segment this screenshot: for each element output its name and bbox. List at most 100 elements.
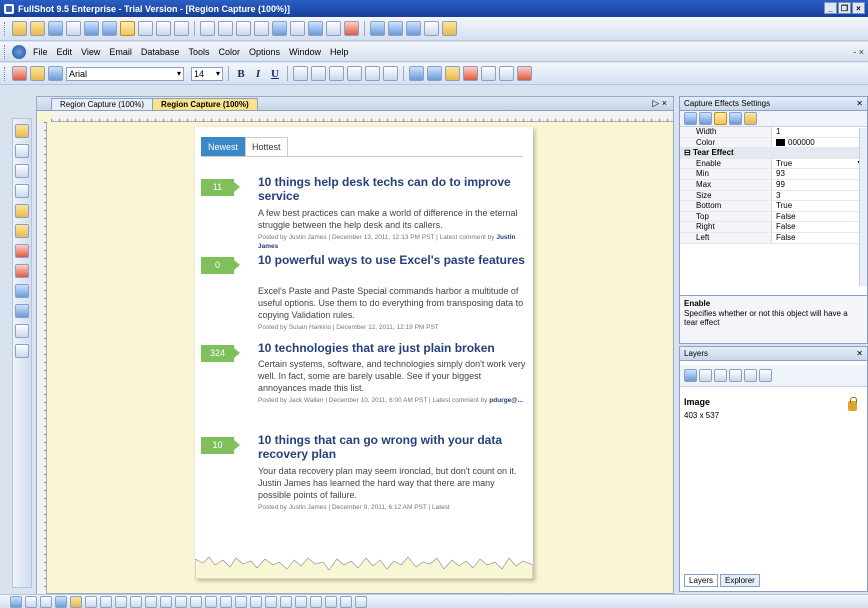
tab-region-capture-1[interactable]: Region Capture (100%) <box>51 98 154 110</box>
layer-copy-icon[interactable] <box>699 369 712 382</box>
align-right-icon[interactable] <box>329 66 344 81</box>
layer-delete-icon[interactable] <box>759 369 772 382</box>
bottom-tool-18-icon[interactable] <box>265 595 277 608</box>
print-icon[interactable] <box>66 21 81 36</box>
close-button[interactable]: × <box>852 2 865 14</box>
panel-close-button[interactable]: ✕ <box>856 97 863 111</box>
captured-image[interactable]: Newest Hottest 11 10 things help desk te… <box>195 127 533 579</box>
bold-button[interactable]: B <box>234 68 248 80</box>
screen-capture-icon[interactable] <box>156 21 171 36</box>
app-menu-icon[interactable] <box>12 44 26 59</box>
bottom-tool-5-icon[interactable] <box>70 595 82 608</box>
bottom-tool-20-icon[interactable] <box>295 595 307 608</box>
bottom-tool-11-icon[interactable] <box>160 595 172 608</box>
fill-color-icon[interactable] <box>409 66 424 81</box>
resize-icon[interactable] <box>236 21 251 36</box>
menu-edit[interactable]: Edit <box>57 47 73 57</box>
toolbar-grip[interactable] <box>4 21 7 36</box>
region-capture-icon[interactable] <box>120 21 135 36</box>
crop-icon[interactable] <box>174 21 189 36</box>
tab-explorer[interactable]: Explorer <box>720 574 760 587</box>
bottom-tool-23-icon[interactable] <box>340 595 352 608</box>
format-grip[interactable] <box>4 66 7 81</box>
font-size-select[interactable]: 14 <box>191 66 223 81</box>
effect-tear-icon[interactable] <box>714 112 727 125</box>
bottom-tool-8-icon[interactable] <box>115 595 127 608</box>
panel-close-button[interactable]: ✕ <box>856 347 863 361</box>
shape-tool-icon[interactable] <box>15 344 29 358</box>
font-color-icon[interactable] <box>463 66 478 81</box>
email-icon[interactable] <box>442 21 457 36</box>
new-icon[interactable] <box>12 21 27 36</box>
mdi-controls[interactable]: - × <box>853 47 864 57</box>
open-icon[interactable] <box>30 21 45 36</box>
bottom-tool-9-icon[interactable] <box>130 595 142 608</box>
highlight-icon[interactable] <box>30 66 45 81</box>
view-2-icon[interactable] <box>388 21 403 36</box>
text-tool-icon[interactable] <box>15 324 29 338</box>
select-region-icon[interactable] <box>15 144 29 158</box>
property-category[interactable]: ⊟ Tear Effect <box>680 148 867 159</box>
layer-up-icon[interactable] <box>714 369 727 382</box>
align-bottom-icon[interactable] <box>383 66 398 81</box>
tab-layers[interactable]: Layers <box>684 574 719 587</box>
highlighter-icon[interactable] <box>15 264 29 278</box>
menu-window[interactable]: Window <box>289 47 321 57</box>
delete-icon[interactable] <box>344 21 359 36</box>
bottom-tool-13-icon[interactable] <box>190 595 202 608</box>
layer-item[interactable]: Image 403 x 537 <box>680 393 867 424</box>
property-row[interactable]: Left False <box>680 232 867 244</box>
minimize-button[interactable]: _ <box>824 2 837 14</box>
effect-edge-icon[interactable] <box>729 112 742 125</box>
menu-tools[interactable]: Tools <box>188 47 209 57</box>
tab-region-capture-2[interactable]: Region Capture (100%) <box>152 98 258 110</box>
align-middle-icon[interactable] <box>365 66 380 81</box>
paste-icon[interactable] <box>102 21 117 36</box>
property-row[interactable]: Bottom True <box>680 201 867 212</box>
menu-view[interactable]: View <box>81 47 100 57</box>
layer-merge-icon[interactable] <box>744 369 757 382</box>
bottom-tool-6-icon[interactable] <box>85 595 97 608</box>
pencil-icon[interactable] <box>15 204 29 218</box>
menu-email[interactable]: Email <box>109 47 132 57</box>
view-1-icon[interactable] <box>370 21 385 36</box>
select-hand-icon[interactable] <box>15 124 29 138</box>
shadow-icon[interactable] <box>326 21 341 36</box>
maximize-button[interactable]: ❐ <box>838 2 851 14</box>
effects-icon[interactable] <box>308 21 323 36</box>
property-row[interactable]: Max 99 <box>680 179 867 191</box>
bottom-tool-2-icon[interactable] <box>25 595 37 608</box>
view-4-icon[interactable] <box>424 21 439 36</box>
property-row[interactable]: Right False <box>680 222 867 233</box>
zoom-in-icon[interactable] <box>15 284 29 298</box>
align-left-icon[interactable] <box>293 66 308 81</box>
palette-icon[interactable] <box>290 21 305 36</box>
layer-new-icon[interactable] <box>684 369 697 382</box>
property-row[interactable]: Top False <box>680 211 867 223</box>
brush-icon[interactable] <box>15 224 29 238</box>
tab-controls[interactable]: ▷ × <box>652 98 667 109</box>
italic-button[interactable]: I <box>251 68 265 80</box>
menu-grip[interactable] <box>4 44 7 59</box>
property-row[interactable]: Width 1 <box>680 127 867 138</box>
marquee-icon[interactable] <box>15 164 29 178</box>
effect-misc-icon[interactable] <box>744 112 757 125</box>
align-top-icon[interactable] <box>347 66 362 81</box>
property-row[interactable]: Color 000000 <box>680 137 867 149</box>
menu-options[interactable]: Options <box>249 47 280 57</box>
bottom-tool-21-icon[interactable] <box>310 595 322 608</box>
bottom-tool-17-icon[interactable] <box>250 595 262 608</box>
effect-shadow-icon[interactable] <box>699 112 712 125</box>
bottom-tool-24-icon[interactable] <box>355 595 367 608</box>
menu-help[interactable]: Help <box>330 47 349 57</box>
menu-color[interactable]: Color <box>218 47 240 57</box>
list-icon[interactable] <box>499 66 514 81</box>
help-circle-icon[interactable] <box>48 66 63 81</box>
bottom-tool-12-icon[interactable] <box>175 595 187 608</box>
font-family-select[interactable]: Arial <box>66 66 184 81</box>
property-row[interactable]: Size 3 <box>680 190 867 202</box>
crop-tool-icon[interactable] <box>15 184 29 198</box>
bottom-tool-7-icon[interactable] <box>100 595 112 608</box>
line-style-icon[interactable] <box>481 66 496 81</box>
flip-icon[interactable] <box>218 21 233 36</box>
